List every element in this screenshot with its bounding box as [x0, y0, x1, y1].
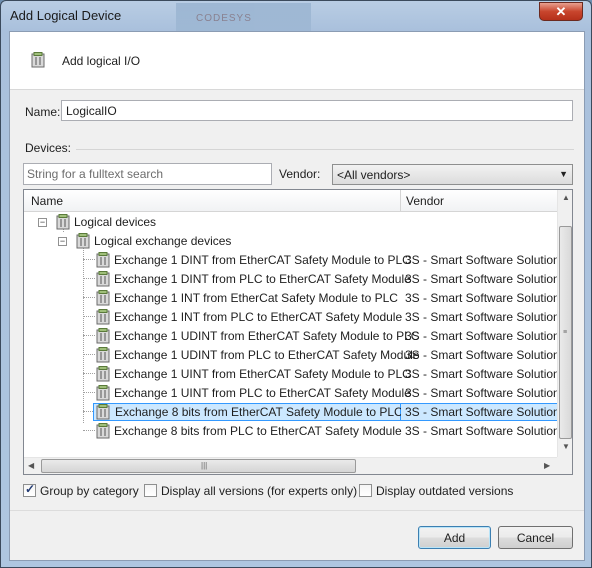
device-icon — [56, 214, 70, 230]
horizontal-scrollbar[interactable]: ◀ ||| ▶ — [24, 457, 557, 474]
device-name: Exchange 1 INT from EtherCat Safety Modu… — [114, 291, 398, 305]
tree-rows: − Logical devices − Logical exchange dev… — [24, 212, 557, 457]
name-label: Name: — [25, 105, 61, 119]
device-vendor: 3S - Smart Software Solutions GmbH — [405, 329, 557, 343]
device-name: Exchange 1 INT from PLC to EtherCAT Safe… — [114, 310, 403, 324]
tree-category-row[interactable]: − Logical devices — [24, 212, 557, 231]
footer-separator — [10, 510, 584, 511]
vendor-label: Vendor: — [279, 167, 321, 181]
scroll-down-arrow-icon[interactable]: ▼ — [562, 442, 570, 451]
tree-device-row[interactable]: Exchange 1 DINT from PLC to EtherCAT Saf… — [24, 269, 557, 288]
device-icon — [96, 423, 110, 439]
title-watermark: CODESYS — [176, 3, 311, 31]
tree-subcategory-row[interactable]: − Logical exchange devices — [24, 231, 557, 250]
tree-device-row[interactable]: Exchange 1 UDINT from EtherCAT Safety Mo… — [24, 326, 557, 345]
tree-device-row[interactable]: Exchange 1 UINT from EtherCAT Safety Mod… — [24, 364, 557, 383]
device-icon — [96, 271, 110, 287]
device-vendor: 3S - Smart Software Solutions GmbH — [405, 348, 557, 362]
device-icon — [96, 366, 110, 382]
fulltext-search-input[interactable] — [23, 163, 272, 185]
tree-device-row-selected[interactable]: Exchange 8 bits from EtherCAT Safety Mod… — [24, 402, 557, 421]
tree-device-row[interactable]: Exchange 1 INT from EtherCat Safety Modu… — [24, 288, 557, 307]
vertical-scrollbar[interactable]: ▲ ≡ ▼ — [557, 190, 572, 457]
cancel-button[interactable]: Cancel — [498, 526, 573, 549]
devices-separator — [76, 149, 574, 150]
device-vendor: 3S - Smart Software Solutions GmbH — [405, 272, 557, 286]
device-icon — [31, 52, 45, 68]
device-name: Exchange 1 UINT from EtherCAT Safety Mod… — [114, 367, 411, 381]
title-bar[interactable]: Add Logical Device CODESYS ✕ — [1, 1, 591, 31]
device-name: Exchange 1 DINT from PLC to EtherCAT Saf… — [114, 272, 411, 286]
device-icon — [96, 309, 110, 325]
column-header-vendor[interactable]: Vendor — [406, 194, 444, 208]
chevron-down-icon: ▼ — [559, 169, 568, 179]
device-icon — [96, 252, 110, 268]
expander-minus-icon[interactable]: − — [38, 218, 47, 227]
checkbox-box[interactable] — [359, 484, 372, 497]
device-vendor: 3S - Smart Software Solutions GmbH — [405, 424, 557, 438]
device-icon — [96, 290, 110, 306]
scroll-right-arrow-icon[interactable]: ▶ — [544, 461, 550, 470]
device-icon — [96, 328, 110, 344]
scroll-up-arrow-icon[interactable]: ▲ — [562, 193, 570, 202]
header-panel: Add logical I/O — [10, 32, 584, 90]
add-logical-device-dialog: Add Logical Device CODESYS ✕ Add logical… — [0, 0, 592, 568]
watermark-text: CODESYS — [196, 13, 252, 24]
device-name: Exchange 1 UINT from PLC to EtherCAT Saf… — [114, 386, 411, 400]
scroll-corner — [557, 457, 572, 474]
dialog-body: Add logical I/O Name: Devices: Vendor: <… — [9, 31, 585, 561]
checkbox-label: Group by category — [40, 484, 139, 498]
close-button[interactable]: ✕ — [539, 2, 583, 21]
checkbox-label: Display outdated versions — [376, 484, 514, 498]
device-name: Exchange 8 bits from PLC to EtherCAT Saf… — [114, 424, 402, 438]
grip-icon: ||| — [201, 461, 208, 470]
device-name: Exchange 1 UDINT from PLC to EtherCAT Sa… — [114, 348, 420, 362]
device-vendor: 3S - Smart Software Solutions GmbH — [405, 291, 557, 305]
scroll-left-arrow-icon[interactable]: ◀ — [28, 461, 34, 470]
tree-device-row[interactable]: Exchange 8 bits from PLC to EtherCAT Saf… — [24, 421, 557, 440]
device-vendor: 3S - Smart Software Solutions GmbH — [405, 386, 557, 400]
check-icon[interactable] — [23, 482, 36, 497]
close-icon: ✕ — [555, 4, 567, 19]
device-name-text: Exchange 8 bits from EtherCAT Safety Mod… — [115, 405, 403, 419]
device-icon — [96, 385, 110, 401]
vendor-selected-value: <All vendors> — [337, 168, 411, 182]
tree-device-row[interactable]: Exchange 1 DINT from EtherCAT Safety Mod… — [24, 250, 557, 269]
tree-device-row[interactable]: Exchange 1 INT from PLC to EtherCAT Safe… — [24, 307, 557, 326]
device-icon — [96, 347, 110, 363]
window-title: Add Logical Device — [10, 8, 122, 23]
tree-device-row[interactable]: Exchange 1 UDINT from PLC to EtherCAT Sa… — [24, 345, 557, 364]
vendor-dropdown[interactable]: <All vendors> ▼ — [332, 164, 573, 185]
device-vendor: 3S - Smart Software Solutions GmbH — [405, 310, 557, 324]
grip-icon: ≡ — [563, 329, 568, 336]
horizontal-scroll-thumb[interactable]: ||| — [41, 459, 356, 473]
device-name: Exchange 8 bits from EtherCAT Safety Mod… — [93, 403, 403, 421]
device-icon — [76, 233, 90, 249]
tree-column-header: Name Vendor — [24, 190, 557, 212]
checkbox-box[interactable] — [144, 484, 157, 497]
device-name: Exchange 1 UDINT from EtherCAT Safety Mo… — [114, 329, 420, 343]
device-vendor: 3S - Smart Software Solutions GmbH — [405, 367, 557, 381]
name-input[interactable] — [61, 100, 573, 121]
device-vendor: 3S - Smart Software Solutions GmbH — [401, 403, 557, 421]
tree-device-row[interactable]: Exchange 1 UINT from PLC to EtherCAT Saf… — [24, 383, 557, 402]
header-label: Add logical I/O — [62, 54, 141, 68]
device-tree[interactable]: Name Vendor − Logical devices − Logical … — [23, 189, 573, 475]
device-vendor: 3S - Smart Software Solutions GmbH — [405, 253, 557, 267]
column-header-name[interactable]: Name — [31, 194, 63, 208]
vertical-scroll-thumb[interactable]: ≡ — [559, 226, 572, 439]
subcategory-label: Logical exchange devices — [94, 234, 232, 248]
device-icon — [96, 404, 110, 420]
devices-label: Devices: — [25, 141, 72, 155]
options-row: Group by category Display all versions (… — [23, 482, 578, 499]
category-label: Logical devices — [74, 215, 157, 229]
checkbox-label: Display all versions (for experts only) — [161, 484, 358, 498]
device-name: Exchange 1 DINT from EtherCAT Safety Mod… — [114, 253, 411, 267]
expander-minus-icon[interactable]: − — [58, 237, 67, 246]
column-divider[interactable] — [400, 190, 401, 212]
add-button[interactable]: Add — [418, 526, 491, 549]
